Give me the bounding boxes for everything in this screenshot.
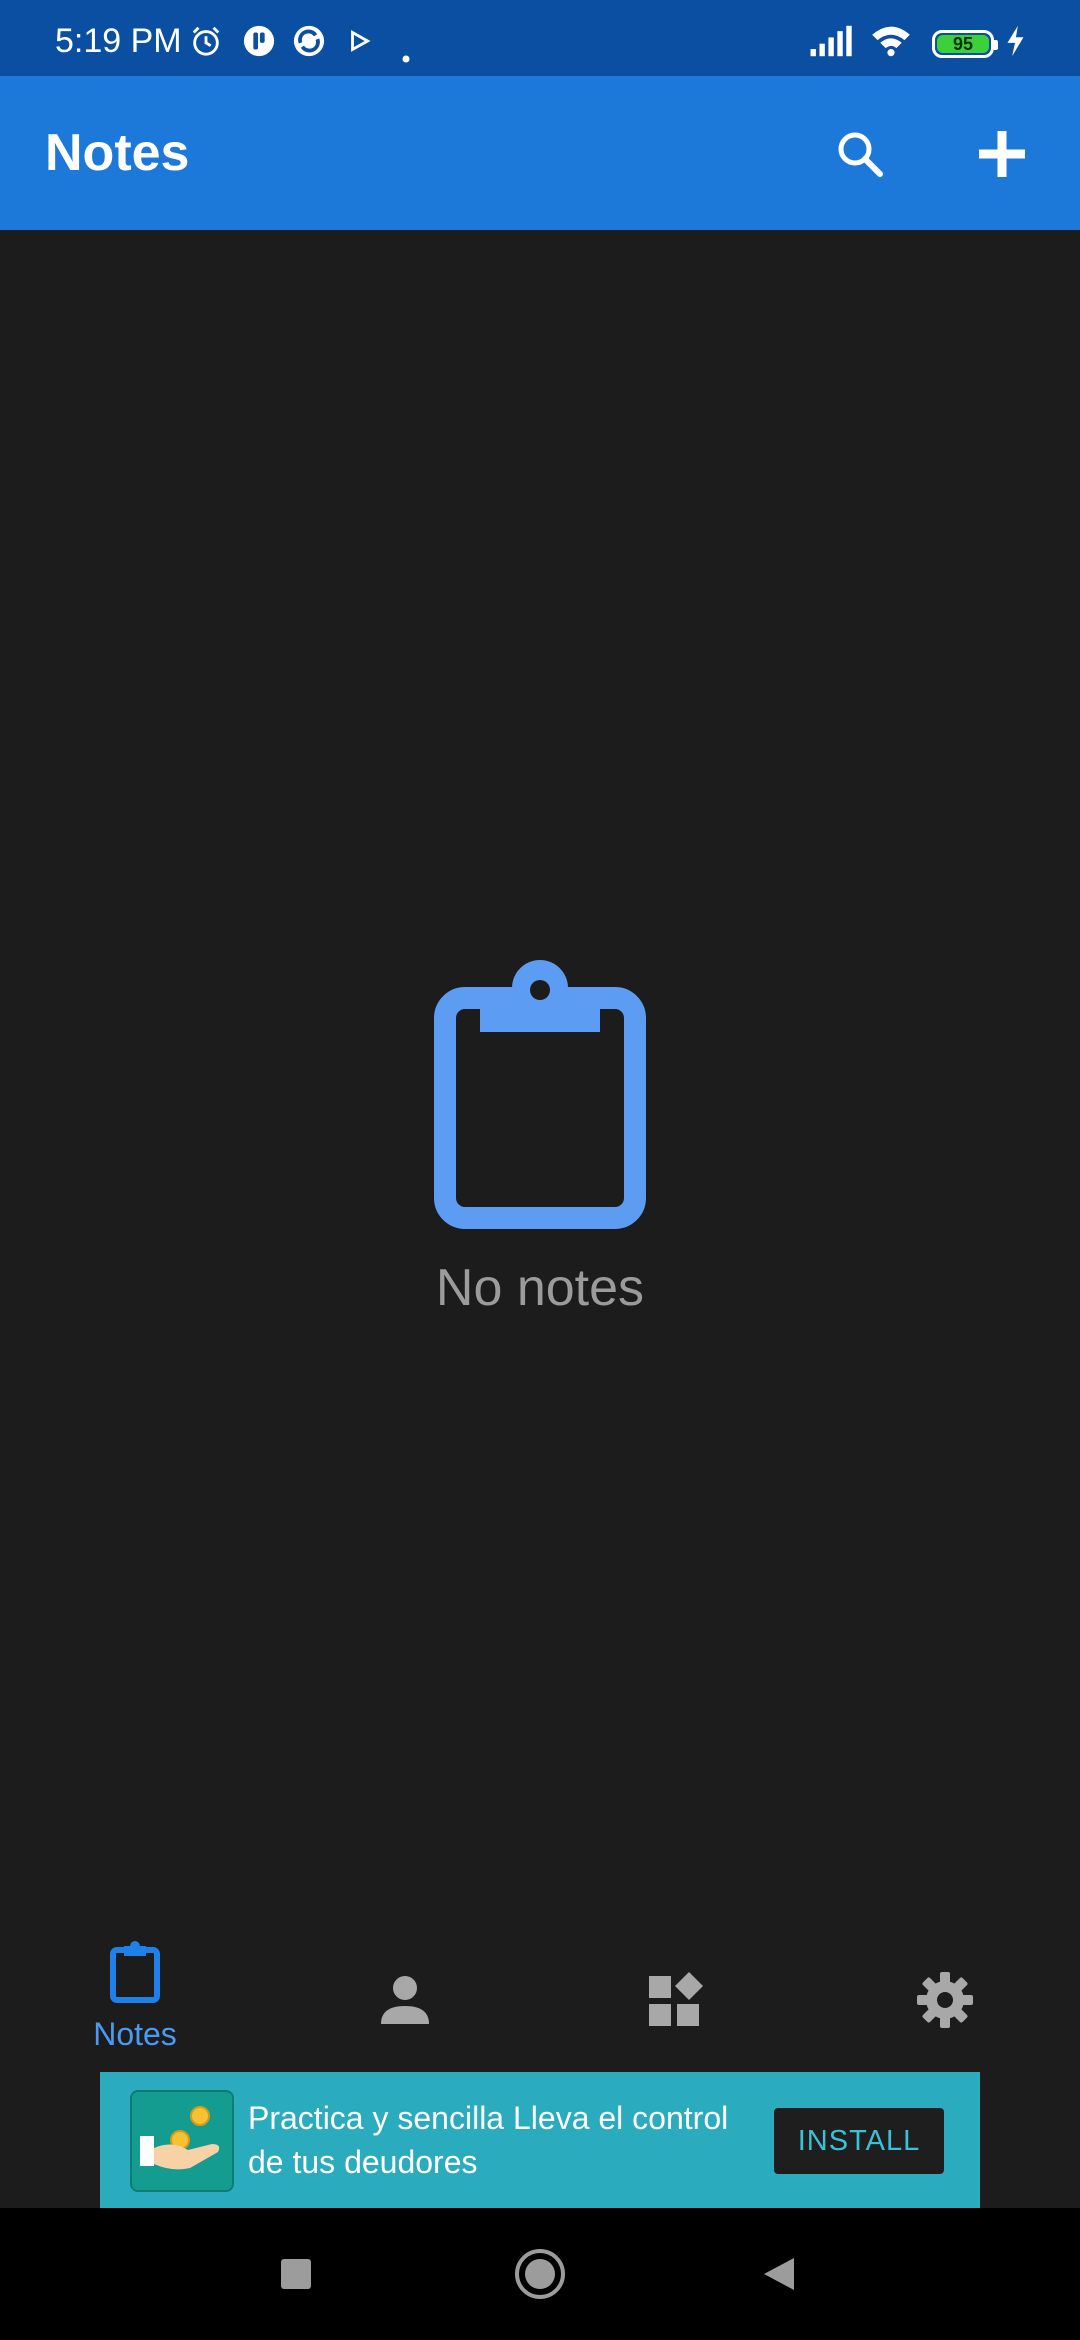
back-button[interactable] xyxy=(748,2242,812,2306)
wifi-icon xyxy=(872,26,910,57)
hand-coin-icon xyxy=(140,2106,220,2170)
back-icon xyxy=(764,2258,794,2290)
gear-icon xyxy=(917,1972,973,2028)
charging-icon xyxy=(1007,25,1024,57)
sync-icon xyxy=(293,25,325,57)
ad-text: Practica y sencilla Lleva el control de … xyxy=(248,2100,729,2180)
ad-app-icon[interactable] xyxy=(130,2090,234,2192)
status-time: 5:19 PM xyxy=(55,22,182,60)
alarm-icon xyxy=(192,26,220,56)
battery-level: 95 xyxy=(937,35,989,53)
battery-icon: 95 xyxy=(932,30,998,58)
install-button[interactable]: INSTALL xyxy=(774,2108,944,2174)
page-title: Notes xyxy=(45,124,190,182)
person-icon xyxy=(381,1976,429,2024)
status-bar: 5:19 PM 95 xyxy=(0,0,1080,76)
play-icon xyxy=(351,30,371,52)
nav-item-settings[interactable] xyxy=(810,1924,1080,2072)
signal-icon xyxy=(810,25,852,57)
nav-label-notes: Notes xyxy=(93,2016,177,2052)
empty-state: No notes xyxy=(0,960,1080,1318)
nav-item-widgets[interactable] xyxy=(540,1924,810,2072)
clipboard-icon xyxy=(434,960,646,1229)
app-bar: Notes xyxy=(0,76,1080,230)
home-icon xyxy=(515,2249,565,2299)
nav-item-notes[interactable]: Notes xyxy=(0,1924,270,2072)
widgets-icon xyxy=(649,1972,703,2026)
ad-banner[interactable]: Practica y sencilla Lleva el control de … xyxy=(100,2072,980,2208)
bottom-nav: Notes xyxy=(0,1924,1080,2072)
recents-icon xyxy=(281,2259,311,2289)
search-button[interactable] xyxy=(822,116,898,192)
ad-area: Practica y sencilla Lleva el control de … xyxy=(0,2072,1080,2208)
recents-button[interactable] xyxy=(264,2242,328,2306)
empty-state-text: No notes xyxy=(435,1259,645,1317)
nav-item-contacts[interactable] xyxy=(270,1924,540,2072)
search-icon xyxy=(838,132,883,177)
home-button[interactable] xyxy=(508,2242,572,2306)
clipboard-icon xyxy=(110,1941,160,2003)
add-note-button[interactable] xyxy=(964,116,1040,192)
app-notification-icon xyxy=(243,25,275,57)
dot-icon xyxy=(402,55,410,63)
system-nav xyxy=(0,2208,1080,2340)
add-icon xyxy=(979,131,1025,177)
